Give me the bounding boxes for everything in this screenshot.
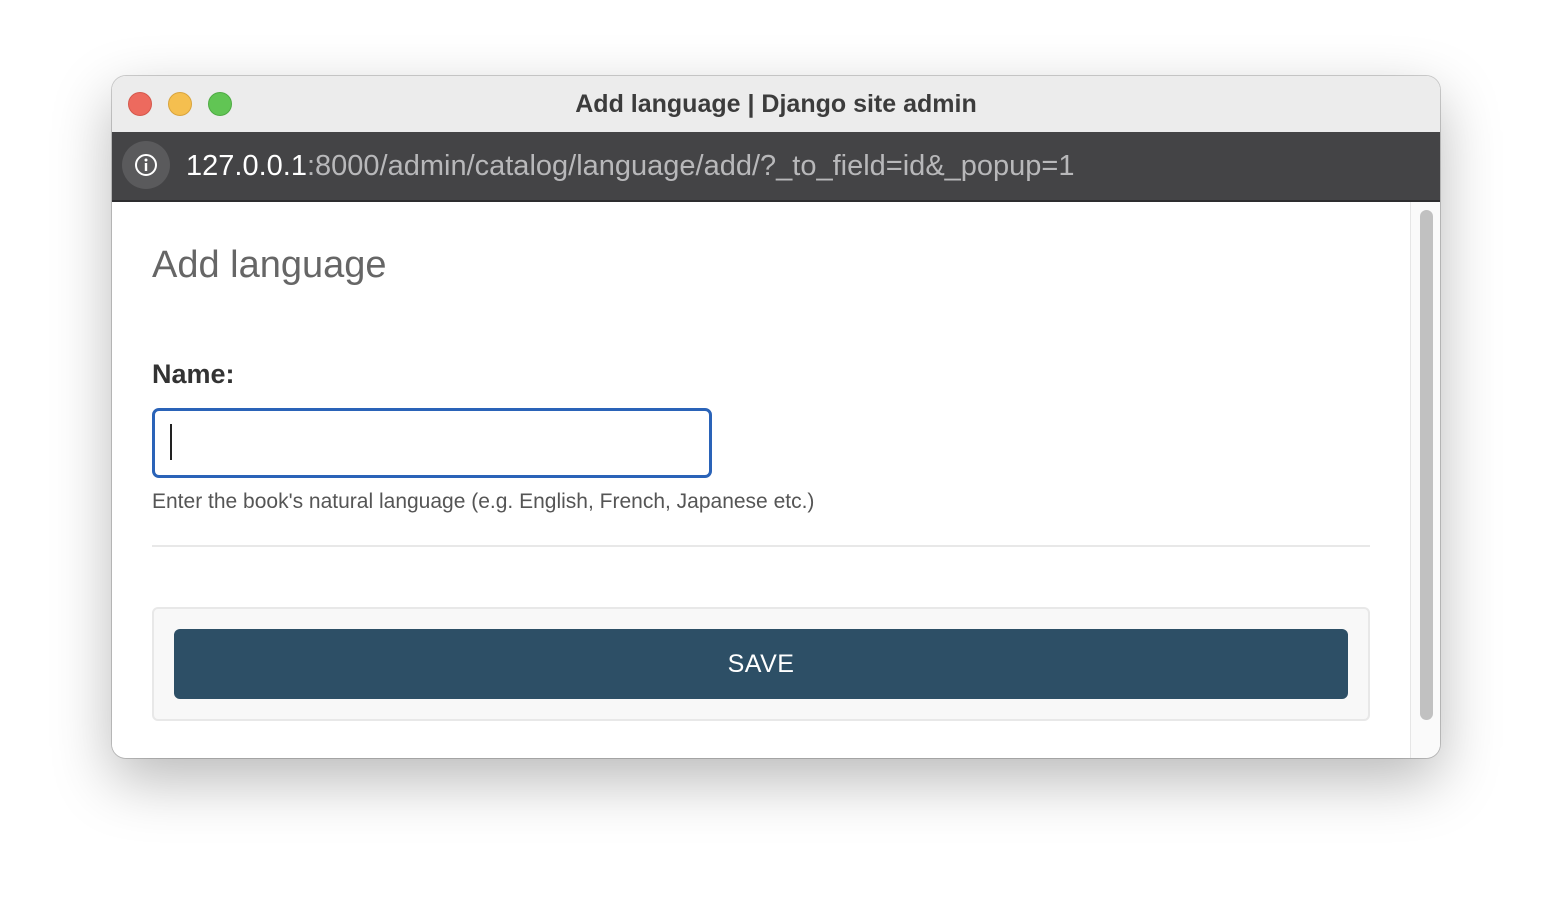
url-text[interactable]: 127.0.0.1:8000/admin/catalog/language/ad… bbox=[186, 132, 1075, 200]
title-bar: Add language | Django site admin bbox=[112, 76, 1440, 132]
submit-row: SAVE bbox=[152, 607, 1370, 721]
text-caret bbox=[170, 424, 172, 460]
name-help-text: Enter the book's natural language (e.g. … bbox=[152, 490, 815, 513]
url-path: :8000/admin/catalog/language/add/?_to_fi… bbox=[306, 150, 1075, 182]
site-info-button[interactable] bbox=[122, 141, 170, 189]
form-divider bbox=[152, 545, 1370, 547]
address-bar[interactable]: 127.0.0.1:8000/admin/catalog/language/ad… bbox=[112, 132, 1440, 202]
window-title: Add language | Django site admin bbox=[575, 90, 977, 118]
name-label: Name: bbox=[152, 359, 235, 389]
scrollbar-thumb[interactable] bbox=[1420, 210, 1433, 720]
page-title: Add language bbox=[152, 244, 387, 286]
name-input[interactable] bbox=[152, 408, 712, 478]
info-icon bbox=[135, 154, 157, 176]
page-content: Add language Name: Enter the book's natu… bbox=[112, 202, 1410, 758]
save-button[interactable]: SAVE bbox=[174, 629, 1348, 699]
url-host: 127.0.0.1 bbox=[186, 150, 307, 182]
browser-window: Add language | Django site admin 127.0.0… bbox=[112, 76, 1440, 758]
